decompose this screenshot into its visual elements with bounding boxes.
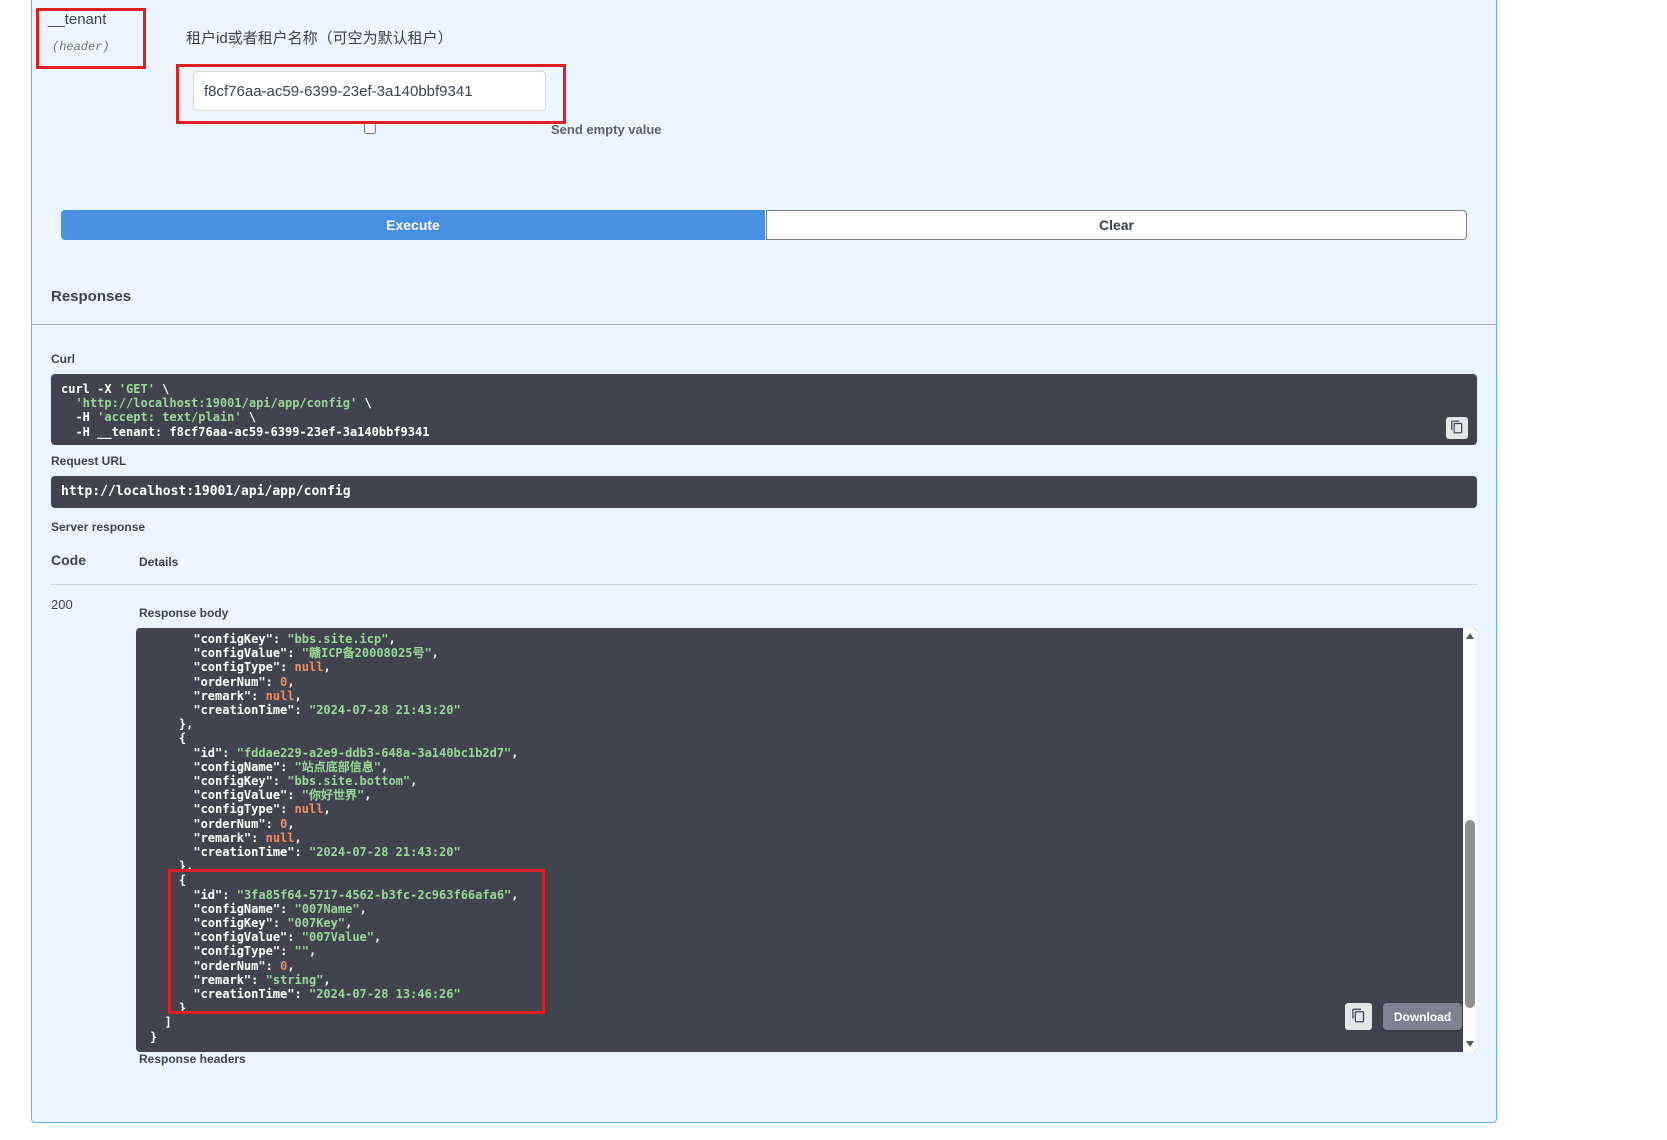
code-line: { [150,731,1477,745]
code-line: ] [150,1015,1477,1029]
code-column-header: Code [51,552,86,568]
curl-label: Curl [51,352,75,366]
response-body-block: "configKey": "bbs.site.icp", "configValu… [136,628,1477,1052]
code-line: { [150,873,1477,887]
code-line: "creationTime": "2024-07-28 21:43:20" [150,845,1477,859]
request-url-label: Request URL [51,454,126,468]
execute-button[interactable]: Execute [61,210,765,240]
code-line: "configValue": "你好世界", [150,788,1477,802]
code-line: 'http://localhost:19001/api/app/config' … [61,396,1467,410]
response-scrollbar[interactable] [1463,628,1477,1052]
code-line: "id": "fddae229-a2e9-ddb3-648a-3a140bc1b… [150,746,1477,760]
code-line: "creationTime": "2024-07-28 21:43:20" [150,703,1477,717]
code-line: "configType": null, [150,802,1477,816]
curl-copy-button[interactable] [1446,417,1468,439]
code-line: "configKey": "007Key", [150,916,1477,930]
details-column-header: Details [139,555,178,569]
code-line: }, [150,859,1477,873]
response-headers-label: Response headers [139,1052,246,1066]
code-line: } [150,1030,1477,1044]
swagger-operation-screen: __tenant (header) 租户id或者租户名称（可空为默认租户） Se… [0,0,1667,1140]
response-body-code: "configKey": "bbs.site.icp", "configValu… [150,632,1477,1044]
code-line: "configType": "", [150,944,1477,958]
code-line: -H 'accept: text/plain' \ [61,410,1467,424]
code-line: "configName": "站点底部信息", [150,760,1477,774]
response-copy-button[interactable] [1345,1003,1372,1030]
code-line: "remark": null, [150,831,1477,845]
code-line: "creationTime": "2024-07-28 13:46:26" [150,987,1477,1001]
request-url-code: http://localhost:19001/api/app/config [51,476,1477,508]
table-header-divider [51,584,1477,585]
code-line: "configType": null, [150,660,1477,674]
responses-heading: Responses [51,288,131,305]
clipboard-icon [1351,1008,1366,1026]
tenant-input[interactable] [193,71,546,111]
code-line: curl -X 'GET' \ [61,382,1467,396]
curl-block: curl -X 'GET' \ 'http://localhost:19001/… [51,374,1477,445]
code-line: "orderNum": 0, [150,959,1477,973]
parameter-location: (header) [52,40,110,54]
code-line: "configName": "007Name", [150,902,1477,916]
code-line: "id": "3fa85f64-5717-4562-b3fc-2c963f66a… [150,888,1477,902]
code-line: } [150,1001,1477,1015]
parameter-name: __tenant [48,11,106,28]
clipboard-icon [1450,420,1464,437]
code-line: }, [150,717,1477,731]
server-response-label: Server response [51,520,145,534]
scrollbar-up-arrow-icon[interactable] [1466,633,1474,639]
code-line: -H __tenant: f8cf76aa-ac59-6399-23ef-3a1… [61,425,1467,439]
code-line: "orderNum": 0, [150,817,1477,831]
code-line: "configKey": "bbs.site.icp", [150,632,1477,646]
code-line: "remark": null, [150,689,1477,703]
code-line: "configValue": "007Value", [150,930,1477,944]
scrollbar-thumb[interactable] [1465,820,1475,1008]
code-line: "configValue": "赣ICP备20008025号", [150,646,1477,660]
curl-code: curl -X 'GET' \ 'http://localhost:19001/… [61,382,1467,439]
section-divider [31,324,1497,325]
response-body-label: Response body [139,606,228,620]
code-line: "remark": "string", [150,973,1477,987]
send-empty-value-checkbox[interactable] [364,122,376,134]
download-button[interactable]: Download [1383,1003,1462,1030]
code-line: "configKey": "bbs.site.bottom", [150,774,1477,788]
status-code: 200 [51,597,73,612]
scrollbar-down-arrow-icon[interactable] [1466,1041,1474,1047]
parameter-description: 租户id或者租户名称（可空为默认租户） [186,27,453,48]
send-empty-value-label: Send empty value [551,122,662,137]
code-line: "orderNum": 0, [150,675,1477,689]
clear-button[interactable]: Clear [766,210,1467,240]
